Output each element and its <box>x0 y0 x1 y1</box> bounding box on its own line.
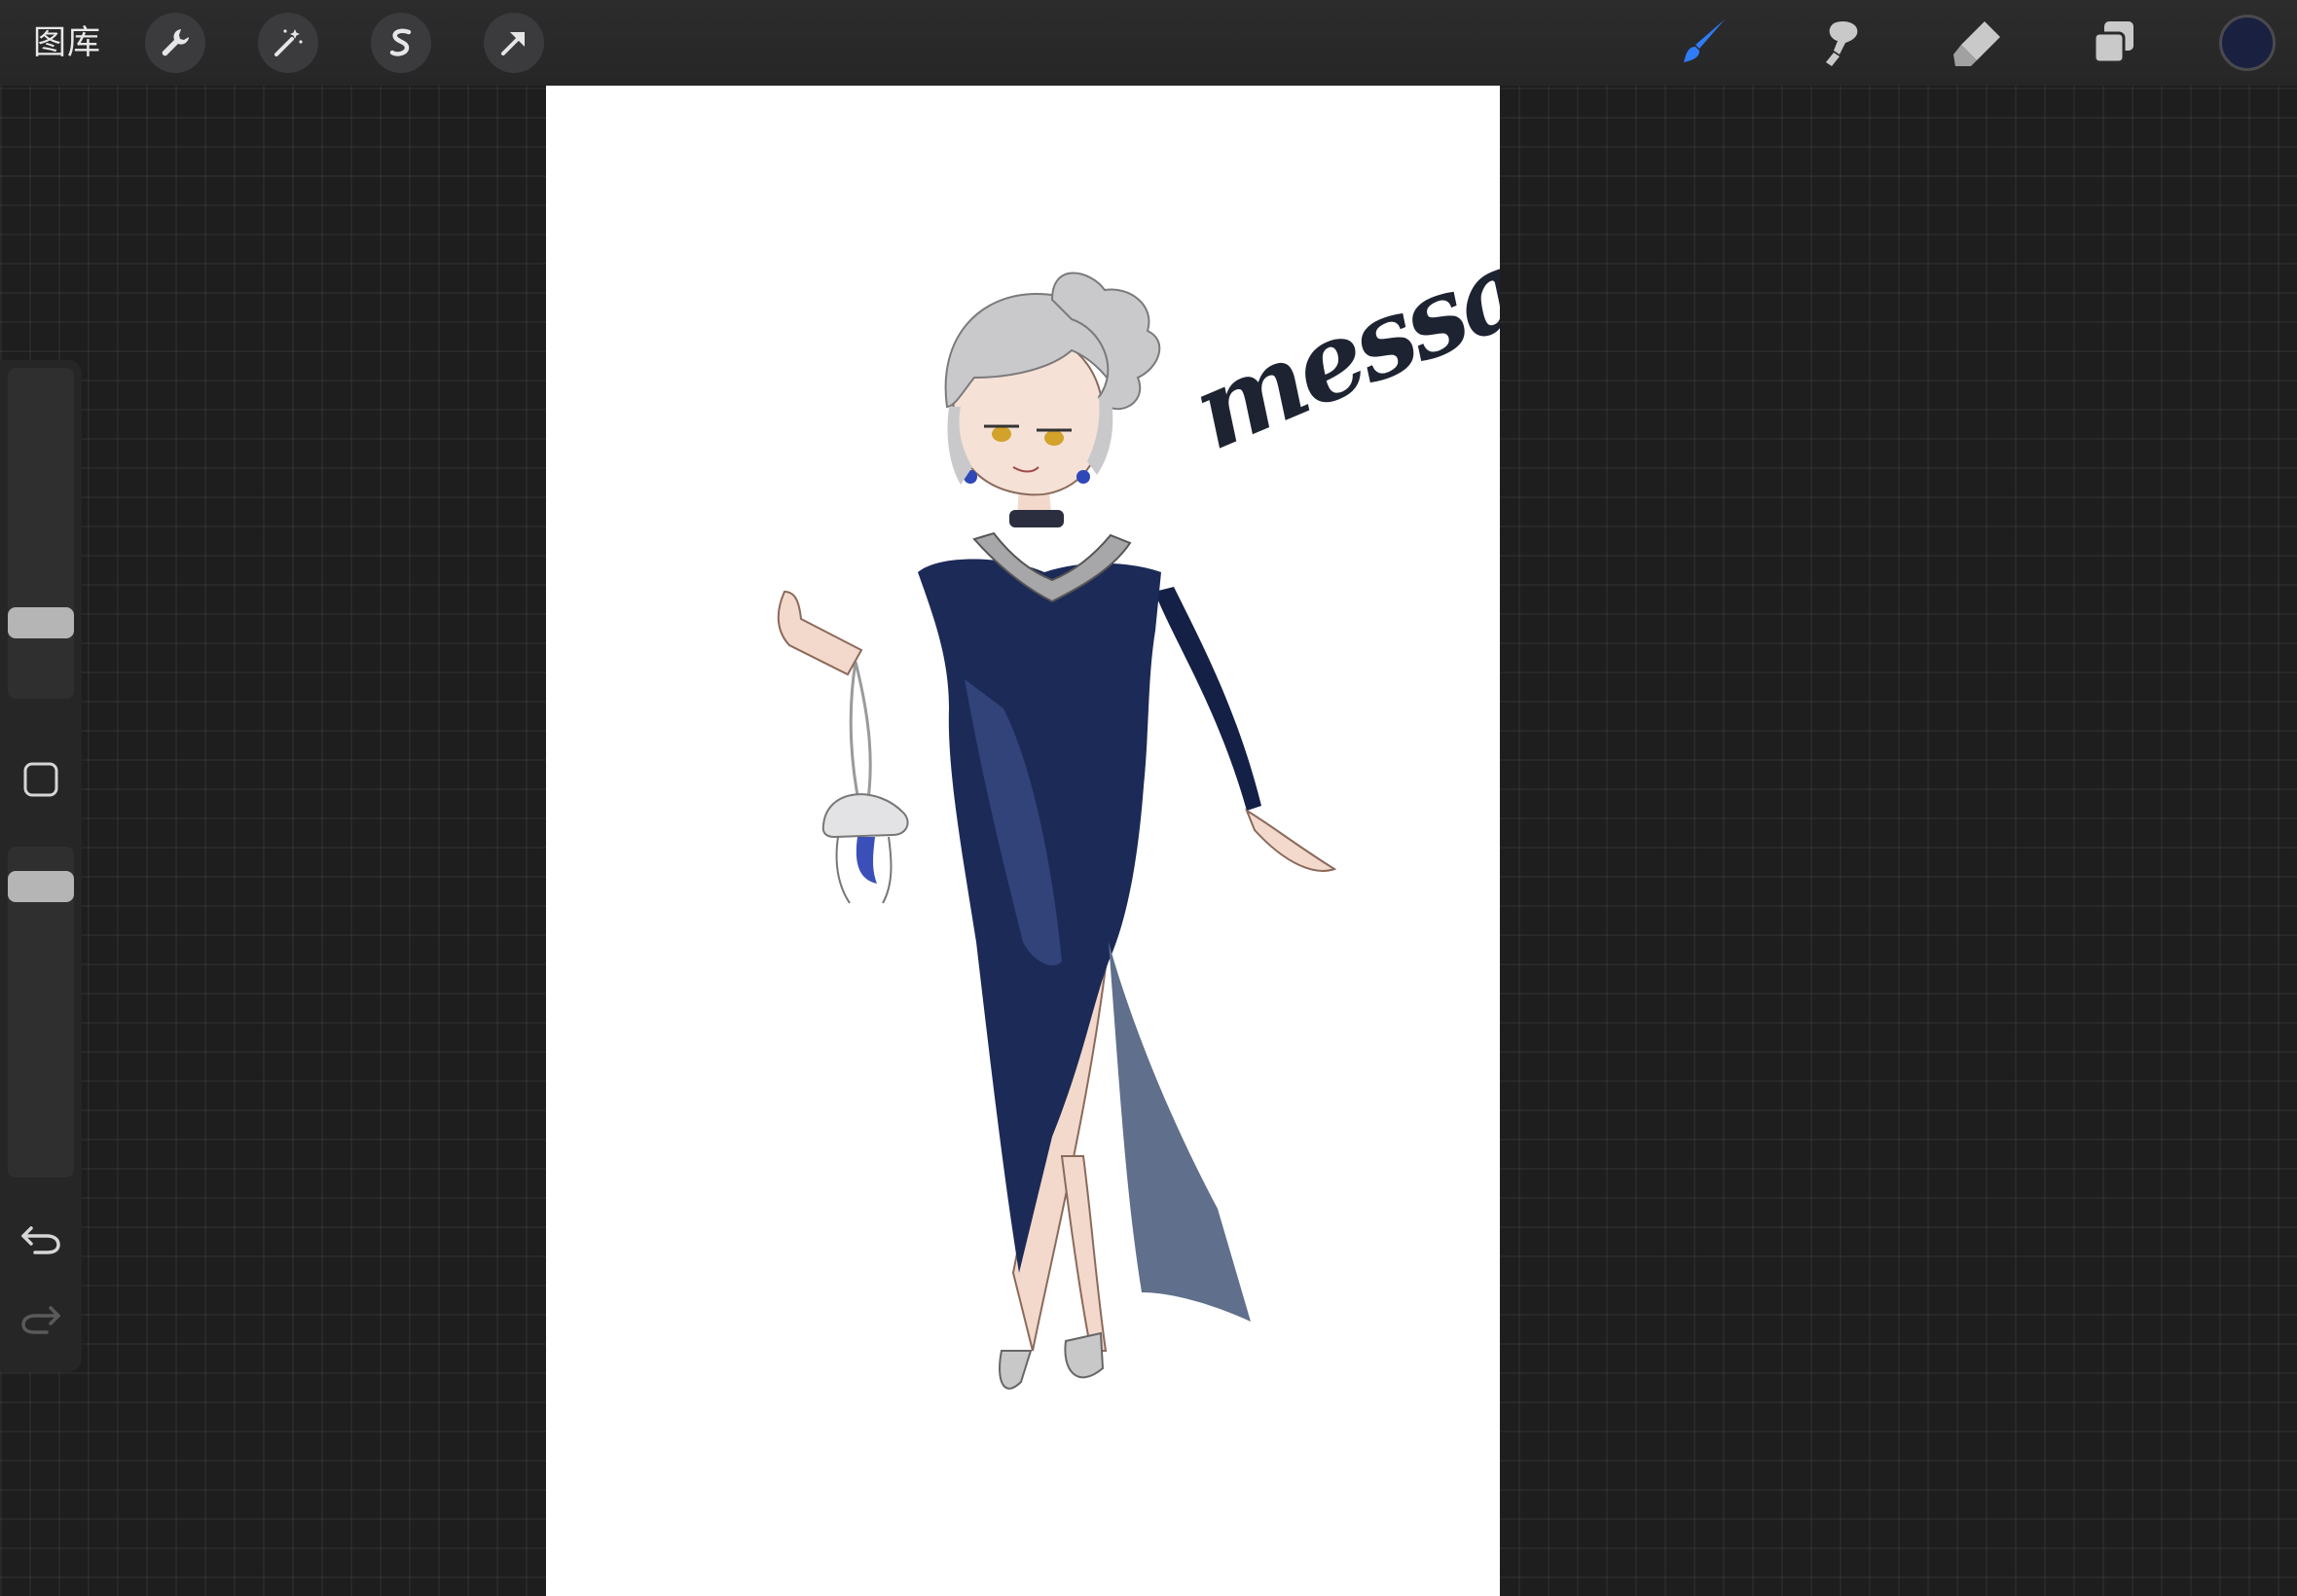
brush-size-thumb[interactable] <box>8 607 74 639</box>
selection-s-icon <box>389 28 412 56</box>
gallery-button[interactable]: 图库 <box>33 19 101 66</box>
smudge-icon <box>1826 21 1858 66</box>
sidebar <box>0 360 82 1372</box>
color-picker-button[interactable] <box>2219 15 2276 71</box>
redo-icon[interactable] <box>19 1300 62 1339</box>
transform-arrow-icon <box>501 32 525 55</box>
eraser-tool-button[interactable] <box>1946 12 2008 74</box>
opacity-thumb[interactable] <box>8 870 74 902</box>
layers-icon <box>2093 21 2133 64</box>
adjustments-button[interactable] <box>258 13 318 73</box>
top-toolbar: 图库 <box>0 0 2297 86</box>
smudge-tool-button[interactable] <box>1808 12 1871 74</box>
actions-button[interactable] <box>145 13 205 73</box>
wrench-icon <box>162 29 189 56</box>
brush-size-slider[interactable] <box>8 368 74 699</box>
eraser-icon <box>1953 21 2000 66</box>
transform-button[interactable] <box>484 13 544 73</box>
selection-button[interactable] <box>371 13 431 73</box>
modify-square-icon[interactable] <box>21 760 60 799</box>
brush-icon <box>1684 19 1725 62</box>
layers-button[interactable] <box>2083 12 2145 74</box>
drawing-canvas[interactable]: messa <box>546 86 1500 1596</box>
undo-icon[interactable] <box>19 1220 62 1259</box>
brush-tool-button[interactable] <box>1672 12 1734 74</box>
magic-wand-icon <box>274 29 303 56</box>
